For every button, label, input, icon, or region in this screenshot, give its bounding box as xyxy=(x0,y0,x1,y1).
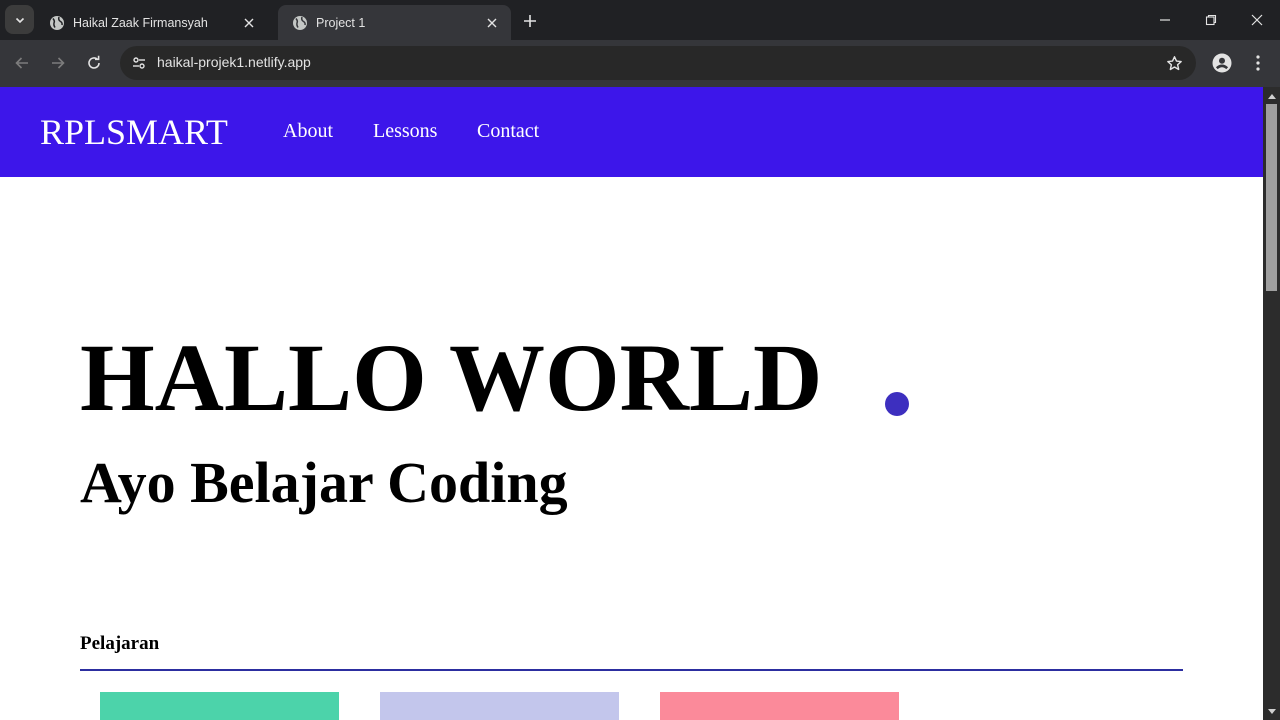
site-header: RPLSMART About Lessons Contact xyxy=(0,87,1263,177)
window-close-button[interactable] xyxy=(1234,0,1280,40)
lesson-card[interactable] xyxy=(660,692,899,720)
forward-button[interactable] xyxy=(43,48,73,78)
tab-search-button[interactable] xyxy=(5,5,34,34)
section-divider xyxy=(80,669,1183,671)
tune-icon xyxy=(133,57,145,69)
url-text[interactable]: haikal-projek1.netlify.app xyxy=(157,54,311,70)
nav-contact[interactable]: Contact xyxy=(477,120,539,143)
arrow-right-icon xyxy=(52,57,65,69)
back-button[interactable] xyxy=(7,48,37,78)
address-bar[interactable]: haikal-projek1.netlify.app xyxy=(120,46,1196,80)
chevron-down-icon xyxy=(15,17,24,23)
reload-button[interactable] xyxy=(79,48,109,78)
page-scrollbar[interactable] xyxy=(1263,87,1280,720)
close-icon xyxy=(1251,14,1263,26)
site-info-button[interactable] xyxy=(126,50,152,76)
tab-strip: Haikal Zaak Firmansyah Project 1 xyxy=(0,0,1280,40)
tab-title: Project 1 xyxy=(316,15,366,30)
hero-subtitle: Ayo Belajar Coding xyxy=(80,450,568,515)
close-icon[interactable] xyxy=(483,14,501,32)
lesson-card[interactable] xyxy=(380,692,619,720)
caret-down-icon xyxy=(1267,708,1276,714)
profile-button[interactable] xyxy=(1208,49,1236,77)
new-tab-button[interactable] xyxy=(518,9,542,33)
tab-haikal[interactable]: Haikal Zaak Firmansyah xyxy=(35,5,268,40)
restore-button[interactable] xyxy=(1188,0,1234,40)
person-icon xyxy=(1212,53,1232,73)
tab-project-1[interactable]: Project 1 xyxy=(278,5,511,40)
reload-icon xyxy=(88,55,100,69)
page-viewport: RPLSMART About Lessons Contact HALLO WOR… xyxy=(0,87,1263,720)
accent-dot xyxy=(885,392,909,416)
brand-logo[interactable]: RPLSMART xyxy=(40,111,228,153)
minimize-button[interactable] xyxy=(1142,0,1188,40)
nav-lessons[interactable]: Lessons xyxy=(373,120,437,143)
section-title: Pelajaran xyxy=(80,633,160,654)
scroll-up-arrow[interactable] xyxy=(1263,87,1280,104)
browser-menu-button[interactable] xyxy=(1246,49,1270,77)
caret-up-icon xyxy=(1267,93,1276,99)
nav-about[interactable]: About xyxy=(283,120,333,143)
bookmark-button[interactable] xyxy=(1162,51,1186,75)
minimize-icon xyxy=(1160,19,1170,21)
scroll-thumb[interactable] xyxy=(1266,104,1277,291)
hero-title: HALLO WORLD xyxy=(80,324,823,431)
star-icon xyxy=(1166,55,1182,70)
tab-title: Haikal Zaak Firmansyah xyxy=(73,15,208,30)
scroll-down-arrow[interactable] xyxy=(1263,703,1280,720)
more-vertical-icon xyxy=(1256,55,1260,71)
restore-icon xyxy=(1205,14,1217,26)
close-icon[interactable] xyxy=(240,14,258,32)
globe-icon xyxy=(50,15,64,30)
lesson-card[interactable] xyxy=(100,692,339,720)
arrow-left-icon xyxy=(15,57,28,69)
globe-icon xyxy=(293,15,307,30)
plus-icon xyxy=(524,15,536,27)
browser-toolbar: haikal-projek1.netlify.app xyxy=(0,40,1280,87)
